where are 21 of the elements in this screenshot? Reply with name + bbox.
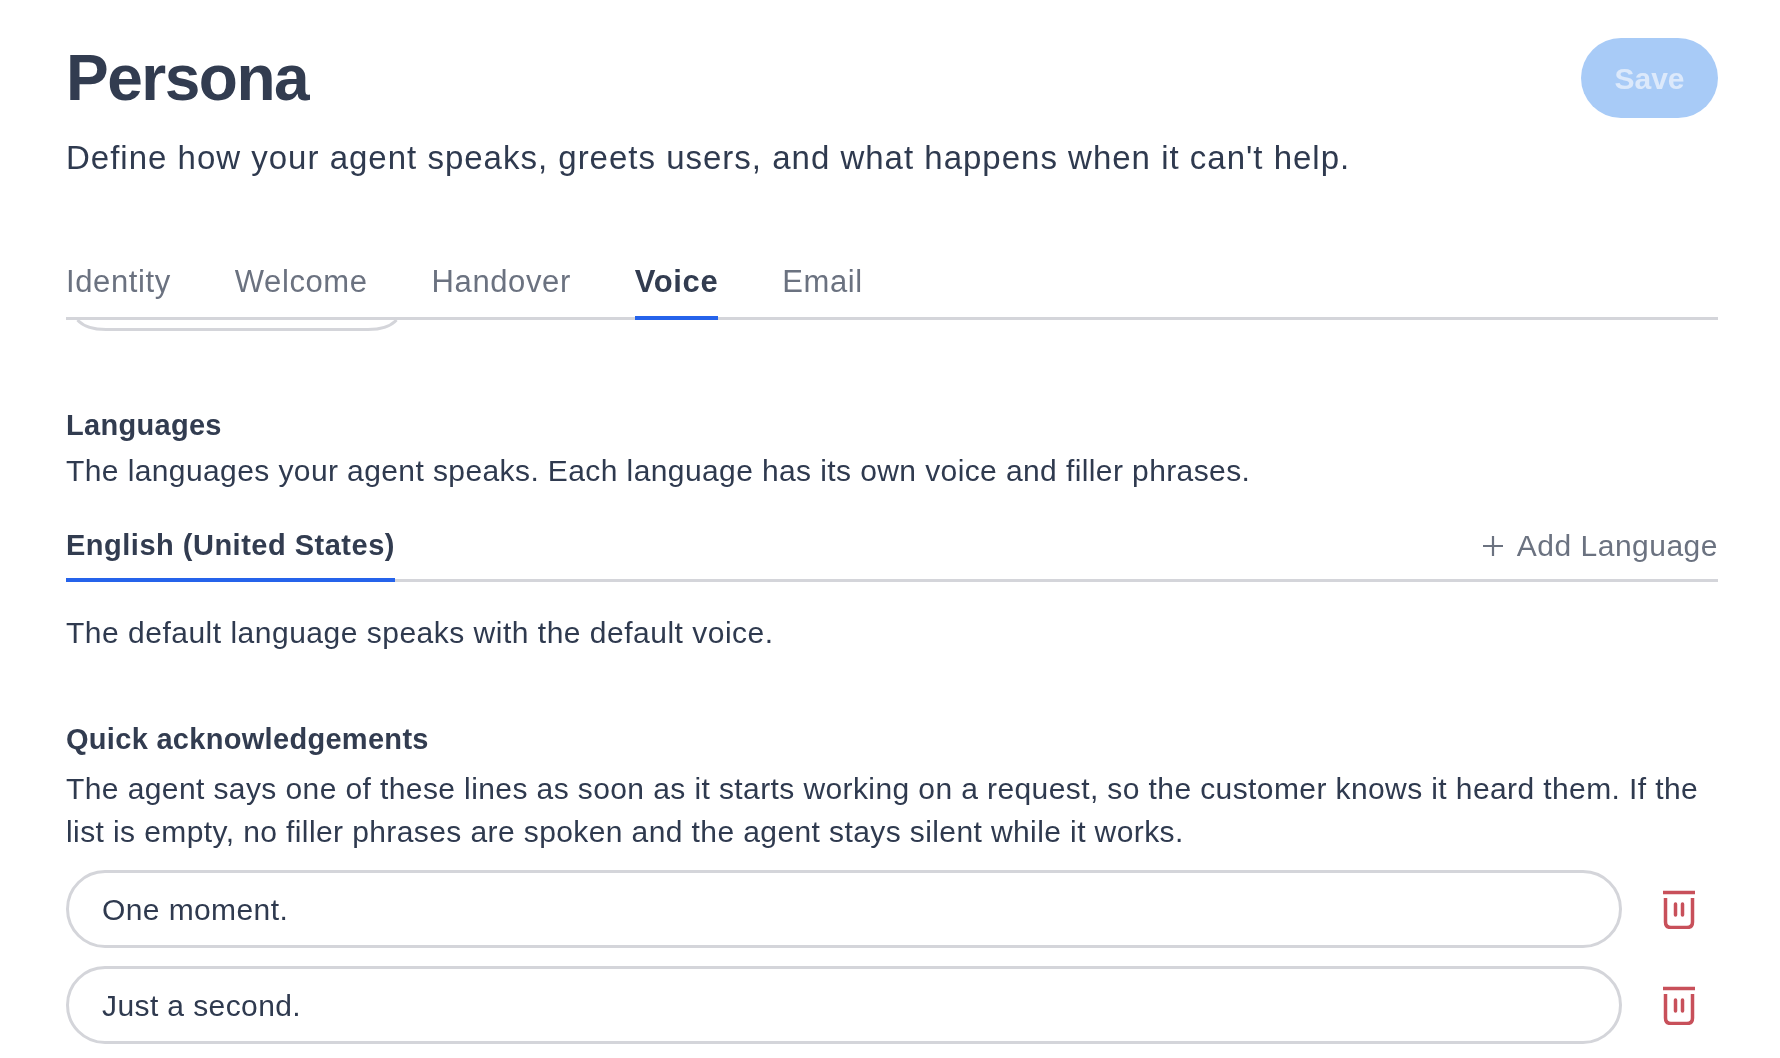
tab[interactable]: Voice: [634, 262, 719, 320]
section-description: The languages your agent speaks. Each language has its own voice and filler phrases.: [66, 453, 1252, 489]
page-subtitle: Define how your agent speaks, greets users, and what happens when it can't help.: [66, 138, 1352, 178]
section-heading: Languages: [66, 408, 223, 443]
section-description: The agent says one of these lines as soon as it starts working on a request, so the customer knows it heard them. If the list is empty, no filler phrases are spoken and the agent stays silent while it works.: [66, 771, 1700, 850]
section-heading: Quick acknowledgements: [66, 722, 430, 757]
plus-icon: [1482, 536, 1503, 556]
page-title: Persona: [66, 41, 309, 116]
tab[interactable]: Email: [782, 262, 863, 320]
tab[interactable]: Identity: [66, 262, 171, 320]
tab[interactable]: Welcome: [234, 262, 368, 320]
add-language-button[interactable]: Add Language: [1482, 528, 1718, 564]
phrase-input[interactable]: One moment.: [66, 870, 1622, 948]
delete-button[interactable]: [1662, 888, 1696, 930]
trash-icon: [1663, 985, 1695, 1025]
phrase-input[interactable]: Just a second.: [66, 966, 1622, 1044]
language-note: The default language speaks with the default voice.: [66, 615, 775, 651]
trash-icon: [1663, 889, 1695, 929]
tab[interactable]: Handover: [431, 262, 571, 320]
language-tab[interactable]: English (United States): [66, 527, 395, 582]
delete-button[interactable]: [1662, 984, 1696, 1026]
